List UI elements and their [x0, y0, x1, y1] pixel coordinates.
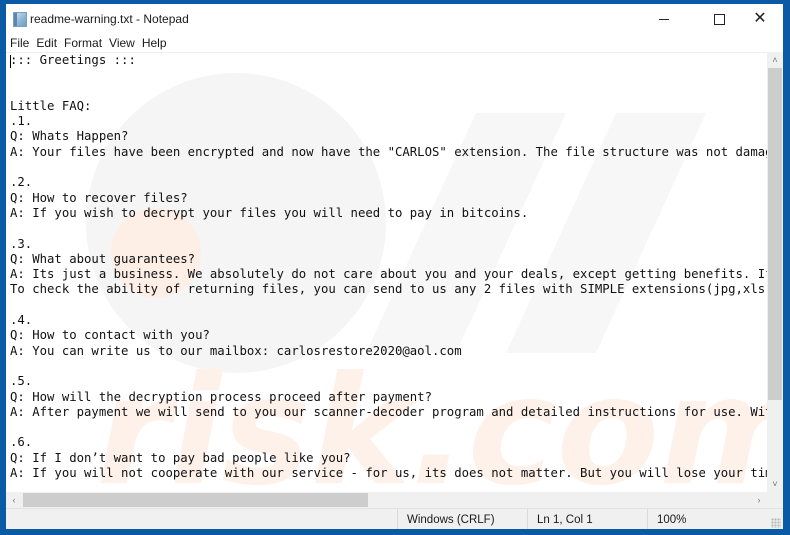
menu-format[interactable]: Format: [60, 36, 105, 50]
document-line: A: If you wish to decrypt your files you…: [10, 205, 529, 220]
line-ending-status: Windows (CRLF): [397, 509, 527, 529]
menu-edit[interactable]: Edit: [32, 36, 60, 50]
scroll-right-icon[interactable]: ›: [751, 492, 767, 508]
document-line: Q: How to recover files?: [10, 190, 188, 205]
document-line: A: After payment we will send to you our…: [10, 404, 767, 419]
scrollbar-corner: [767, 492, 783, 508]
menu-file[interactable]: File: [6, 36, 32, 50]
vertical-scrollbar[interactable]: ˄ ˅: [767, 52, 783, 492]
document-line: Q: Whats Happen?: [10, 129, 129, 144]
maximize-icon: [713, 13, 725, 25]
zoom-label: 100%: [657, 513, 687, 526]
zoom-status: 100%: [647, 509, 767, 529]
window-title: readme-warning.txt - Notepad: [30, 12, 189, 26]
menu-view[interactable]: View: [105, 36, 138, 50]
document-line: Q: How to contact with you?: [10, 328, 210, 343]
document-line: .5.: [10, 374, 33, 389]
scroll-left-icon[interactable]: ‹: [6, 492, 22, 508]
minimize-icon: [659, 18, 669, 20]
document-line: A: Its just a business. We absolutely do…: [10, 267, 767, 282]
close-icon: ✕: [753, 10, 767, 27]
document-line: Little FAQ:: [10, 98, 92, 113]
scroll-down-icon[interactable]: ˅: [767, 476, 783, 492]
document-text[interactable]: ::: Greetings ::: Little FAQ: .1. Q: Whats…: [10, 53, 767, 481]
minimize-button[interactable]: [641, 4, 687, 34]
document-line: Q: How will the decryption process proce…: [10, 389, 432, 404]
resize-grip-icon[interactable]: [771, 518, 781, 528]
menu-bar: File Edit Format View Help: [6, 34, 783, 52]
document-line: Q: If I don’t want to pay bad people lik…: [10, 450, 351, 465]
document-line: .1.: [10, 114, 33, 129]
close-button[interactable]: ✕: [737, 4, 783, 34]
horizontal-scroll-thumb[interactable]: [23, 493, 368, 507]
document-line: .3.: [10, 236, 33, 251]
document-line: .4.: [10, 313, 33, 328]
status-bar: Windows (CRLF) Ln 1, Col 1 100%: [6, 508, 783, 529]
title-bar[interactable]: readme-warning.txt - Notepad ✕: [6, 4, 783, 34]
notepad-window: readme-warning.txt - Notepad ✕ File Edit…: [6, 4, 783, 529]
menu-help[interactable]: Help: [138, 36, 170, 50]
vertical-scroll-thumb[interactable]: [768, 68, 782, 400]
document-line: A: Your files have been encrypted and no…: [10, 144, 767, 159]
document-line: A: If you will not cooperate with our se…: [10, 466, 767, 481]
horizontal-scrollbar[interactable]: ‹ ›: [6, 492, 767, 508]
document-line: ::: Greetings :::: [10, 53, 136, 67]
text-editor[interactable]: risk.com ::: Greetings ::: Little FAQ: .1…: [6, 52, 767, 493]
document-line: A: You can write us to our mailbox: carl…: [10, 343, 462, 358]
cursor-position-status: Ln 1, Col 1: [527, 509, 647, 529]
document-line: .2.: [10, 175, 33, 190]
document-line: To check the ability of returning files,…: [10, 282, 767, 297]
notepad-icon: [13, 12, 27, 27]
maximize-button[interactable]: [696, 4, 742, 34]
scroll-up-icon[interactable]: ˄: [767, 52, 783, 68]
line-ending-label: Windows (CRLF): [407, 513, 495, 526]
document-line: Q: What about guarantees?: [10, 251, 196, 266]
document-line: .6.: [10, 435, 33, 450]
cursor-position-label: Ln 1, Col 1: [537, 513, 593, 526]
